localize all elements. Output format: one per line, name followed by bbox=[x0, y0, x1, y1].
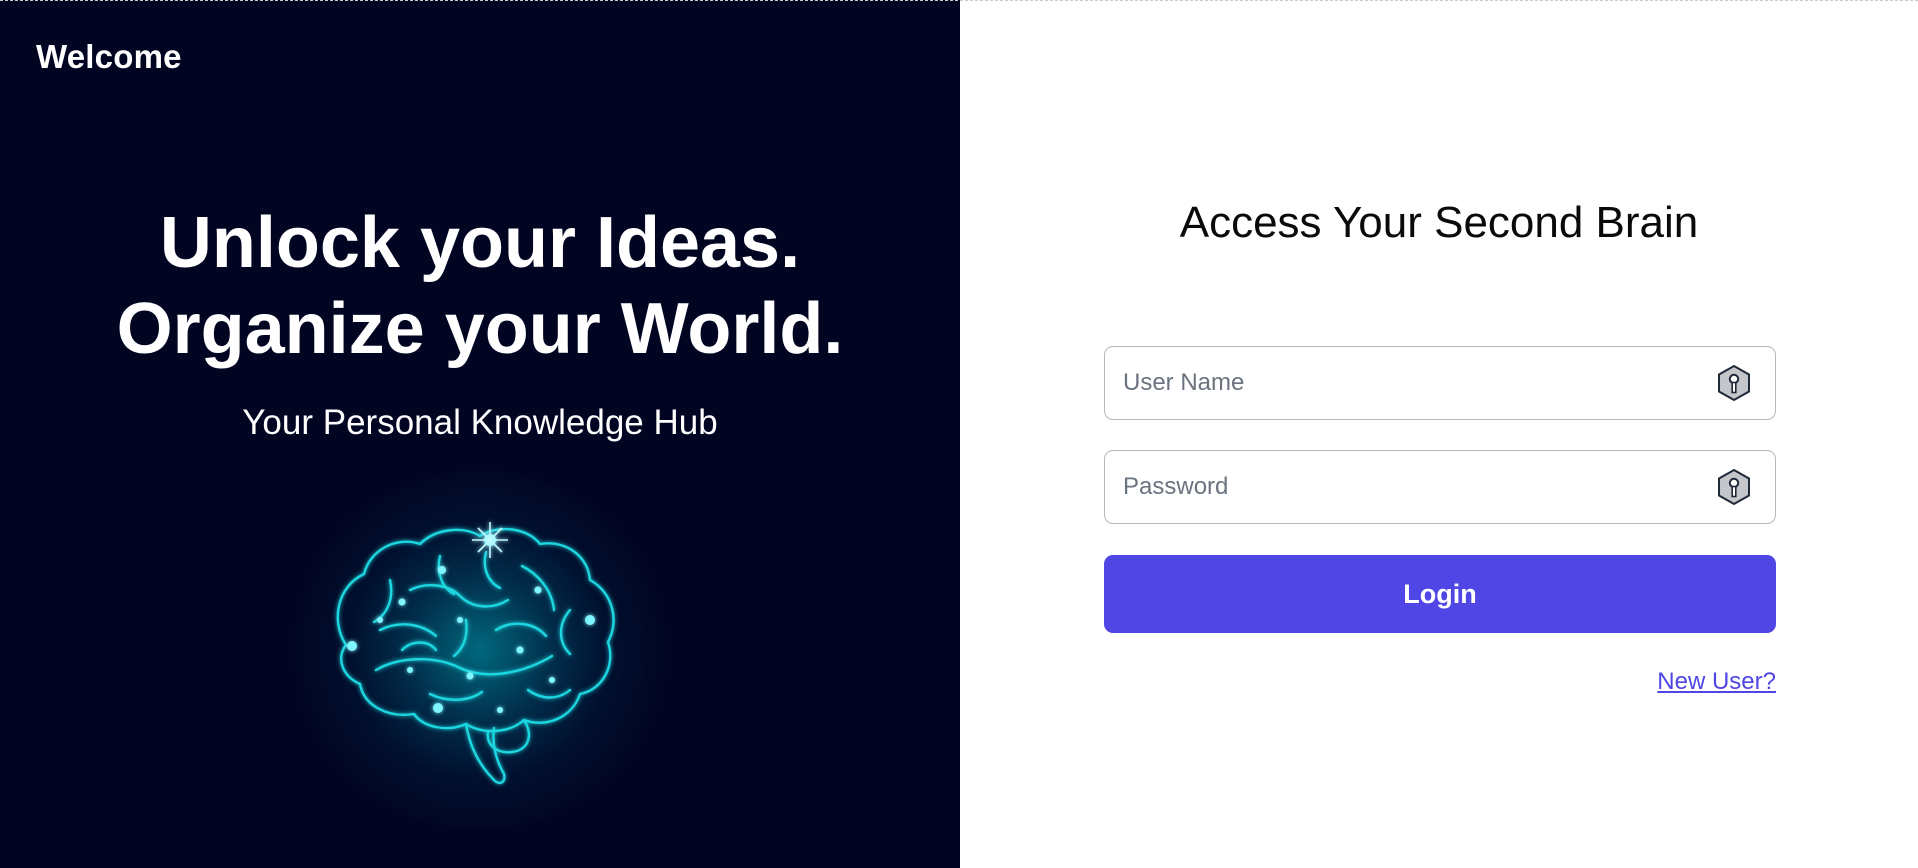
hero-panel: Welcome Unlock your Ideas. Organize your… bbox=[0, 0, 960, 868]
brain-illustration bbox=[290, 470, 670, 830]
key-hexagon-icon bbox=[1718, 364, 1750, 402]
top-divider bbox=[0, 0, 1918, 1]
password-field[interactable] bbox=[1104, 450, 1776, 524]
username-input[interactable] bbox=[1105, 347, 1705, 419]
password-input[interactable] bbox=[1105, 451, 1705, 523]
login-page: Welcome Unlock your Ideas. Organize your… bbox=[0, 0, 1918, 868]
new-user-link[interactable]: New User? bbox=[1657, 668, 1776, 696]
login-panel: Access Your Second Brain Login New User? bbox=[960, 0, 1918, 868]
glowing-brain-icon bbox=[336, 522, 615, 785]
username-field[interactable] bbox=[1104, 346, 1776, 420]
key-hexagon-icon bbox=[1718, 468, 1750, 506]
headline-line-2: Organize your World. bbox=[116, 289, 844, 369]
welcome-brand: Welcome bbox=[36, 38, 182, 75]
headline-line-1: Unlock your Ideas. bbox=[159, 203, 801, 283]
login-title: Access Your Second Brain bbox=[1179, 198, 1699, 247]
hero-headline: Unlock your Ideas. Organize your World. bbox=[0, 200, 960, 372]
login-button[interactable]: Login bbox=[1104, 555, 1776, 633]
hero-tagline: Your Personal Knowledge Hub bbox=[242, 403, 718, 442]
